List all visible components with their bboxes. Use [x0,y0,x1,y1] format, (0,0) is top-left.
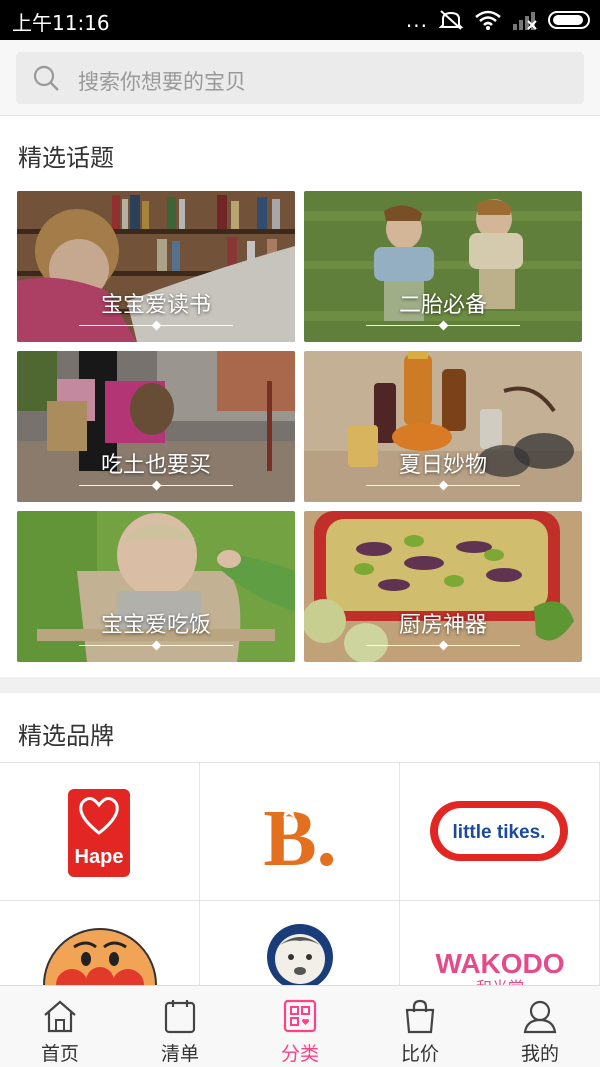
topic-label: 吃土也要买 [100,453,211,478]
nav-label: 比价 [400,1043,439,1065]
divider [446,485,520,486]
nav-label: 我的 [520,1043,559,1065]
home-icon [44,1000,76,1033]
divider [446,645,520,646]
topic-label: 宝宝爱吃饭 [100,613,211,638]
status-icons: ... [406,8,590,32]
divider [366,485,440,486]
brand-name: Hape [75,846,124,868]
b-logo: B. [263,795,336,883]
topic-tile-shopping[interactable]: 吃土也要买 [17,351,295,502]
divider [366,645,440,646]
topic-label: 二胎必备 [398,293,487,318]
topic-tile-reading[interactable]: 宝宝爱读书 [17,191,295,342]
nav-label: 清单 [160,1043,199,1065]
nav-mine[interactable]: 我的 [480,986,600,1067]
nav-home[interactable]: 首页 [0,986,120,1067]
battery-icon [548,11,590,29]
hape-logo: Hape [68,789,130,877]
brand-b[interactable]: B. [200,763,400,901]
search-input[interactable]: 搜索你想要的宝贝 [16,52,584,104]
nav-label: 分类 [280,1043,319,1065]
nav-category[interactable]: 分类 [240,986,360,1067]
nav-list[interactable]: 清单 [120,986,240,1067]
more-dots-icon: ... [405,8,428,32]
divider [79,645,153,646]
nav-label: 首页 [40,1043,79,1065]
divider [366,325,440,326]
topic-tile-second-child[interactable]: 二胎必备 [304,191,582,342]
status-bar: 上午11:16 ... [0,0,600,40]
topic-label: 厨房神器 [398,613,487,638]
search-placeholder: 搜索你想要的宝贝 [78,70,246,94]
topic-label: 夏日妙物 [398,453,487,478]
divider [79,325,153,326]
topic-tile-summer[interactable]: 夏日妙物 [304,351,582,502]
divider [159,485,233,486]
topic-tile-kitchen[interactable]: 厨房神器 [304,511,582,662]
topics-section-title: 精选话题 [18,144,114,172]
list-icon [164,1000,196,1034]
status-time: 上午11:16 [12,11,110,35]
category-icon [283,999,317,1033]
bottom-nav: 首页 清单 分类 比价 我的 [0,985,600,1067]
brands-section-title: 精选品牌 [18,722,114,750]
signal-icon [513,12,537,30]
section-separator [0,677,600,693]
brand-name: WAKODO [435,948,564,979]
divider [79,485,153,486]
search-bar-area: 搜索你想要的宝贝 [0,40,600,116]
divider [159,645,233,646]
divider [159,325,233,326]
brand-grid: Hape B. little tikes. WAKODO [0,762,600,1039]
mute-icon [438,10,464,30]
brand-name: little tikes. [453,822,546,843]
user-icon [523,1000,557,1034]
brand-little-tikes[interactable]: little tikes. [400,763,600,901]
wifi-icon [475,10,501,30]
search-icon [33,65,59,91]
topic-tile-eating[interactable]: 宝宝爱吃饭 [17,511,295,662]
nav-compare[interactable]: 比价 [360,986,480,1067]
bag-icon [405,999,435,1034]
brand-hape[interactable]: Hape [0,763,200,901]
divider [446,325,520,326]
brand-name: B. [263,795,336,883]
topic-label: 宝宝爱读书 [100,293,211,318]
little-tikes-logo: little tikes. [430,801,568,861]
